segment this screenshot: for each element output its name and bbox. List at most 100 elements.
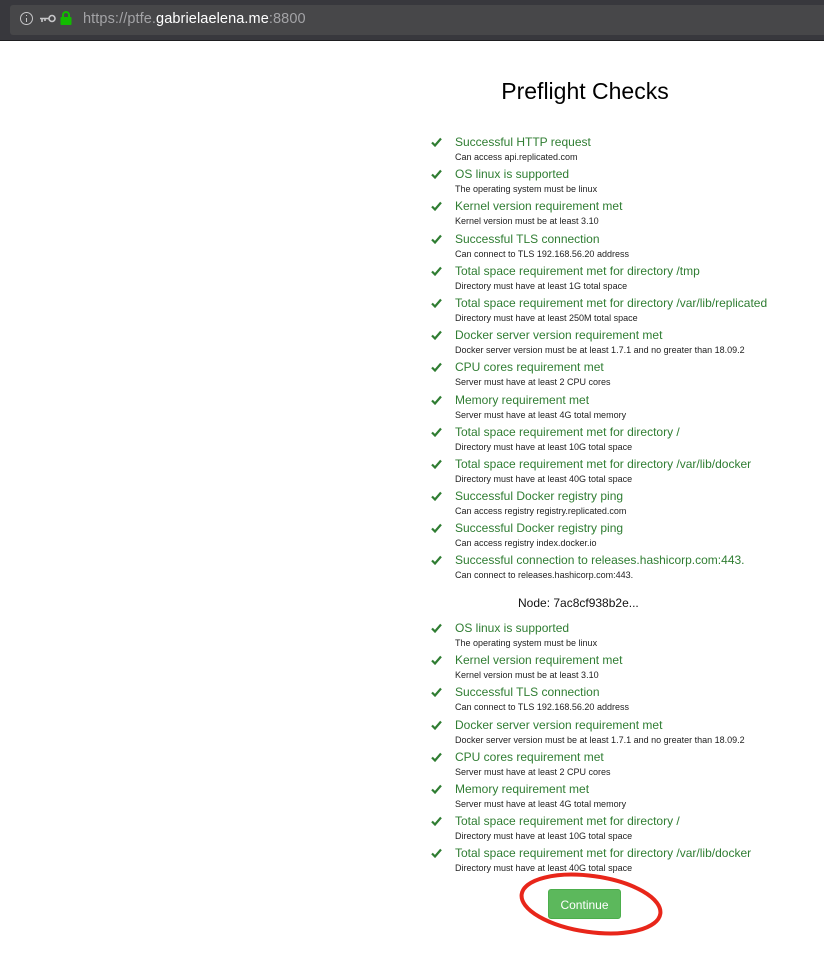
check-title: Total space requirement met for director… — [455, 456, 752, 471]
check-item: Total space requirement met for director… — [429, 845, 809, 877]
check-icon — [431, 169, 442, 180]
check-item: Total space requirement met for director… — [429, 813, 809, 845]
check-icon — [431, 752, 442, 762]
check-icon — [431, 427, 442, 437]
check-description: Can connect to TLS 192.168.56.20 address — [455, 248, 629, 259]
check-title: Successful TLS connection — [455, 685, 600, 700]
check-item: Memory requirement met Server must have a… — [429, 781, 809, 813]
check-item: Total space requirement met for director… — [429, 456, 809, 488]
check-description: The operating system must be linux — [455, 184, 598, 195]
check-item: Successful Docker registry ping Can acces… — [429, 488, 809, 520]
check-icon — [431, 720, 442, 730]
check-title: Successful TLS connection — [455, 231, 600, 246]
check-title: OS linux is supported — [455, 621, 570, 635]
check-description: Directory must have at least 10G total s… — [455, 441, 633, 452]
check-title: Total space requirement met for director… — [455, 295, 768, 310]
check-description: Can access registry registry.replicated.… — [455, 506, 627, 517]
check-item: Successful Docker registry ping Can acces… — [429, 520, 809, 552]
check-item: Successful TLS connection Can connect to … — [429, 684, 809, 716]
continue-button[interactable]: Continue — [548, 889, 621, 919]
check-icon — [431, 298, 442, 308]
check-description: Kernel version must be at least 3.10 — [455, 670, 599, 681]
check-icon — [431, 330, 442, 341]
check-title: OS linux is supported — [455, 167, 570, 182]
browser-toolbar: https://ptfe.gabrielaelena.me:8800 — [0, 0, 824, 41]
check-icon — [431, 655, 442, 666]
check-icon — [431, 524, 442, 534]
check-title: Total space requirement met for director… — [455, 263, 700, 278]
check-item: Docker server version requirement met Doc… — [429, 327, 809, 359]
check-title: CPU cores requirement met — [455, 749, 604, 764]
check-item: Successful TLS connection Can connect to … — [429, 231, 809, 263]
check-item: OS linux is supported The operating syste… — [429, 166, 809, 198]
check-title: Memory requirement met — [455, 392, 590, 407]
check-description: Directory must have at least 250M total … — [455, 312, 638, 323]
check-icon — [431, 202, 442, 212]
node-label: Node: 7ac8cf938b2e... — [518, 596, 639, 610]
check-title: Successful HTTP request — [455, 135, 591, 149]
check-description: Server must have at least 4G total memor… — [455, 798, 627, 809]
check-item: OS linux is supported The operating syste… — [429, 620, 809, 652]
check-icon — [431, 459, 442, 469]
key-icon[interactable] — [40, 14, 56, 23]
url-text[interactable]: https://ptfe.gabrielaelena.me:8800 — [83, 11, 306, 27]
check-description: Can access registry index.docker.io — [455, 538, 597, 549]
check-icon — [431, 556, 442, 566]
check-title: Successful Docker registry ping — [455, 489, 624, 504]
check-item: CPU cores requirement met Server must hav… — [429, 359, 809, 391]
url-host: gabrielaelena.me — [156, 11, 269, 27]
url-port: :8800 — [268, 11, 306, 27]
check-icon — [431, 784, 442, 794]
check-description: Docker server version must be at least 1… — [455, 345, 745, 356]
check-description: Directory must have at least 1G total sp… — [455, 280, 628, 291]
check-title: Docker server version requirement met — [455, 717, 663, 732]
check-icon — [431, 266, 442, 276]
preflight-checks-list: Successful HTTP request Can access api.re… — [429, 134, 809, 585]
check-title: CPU cores requirement met — [455, 360, 604, 375]
check-title: Memory requirement met — [455, 781, 590, 796]
check-description: Server must have at least 2 CPU cores — [455, 766, 611, 777]
check-title: Docker server version requirement met — [455, 328, 663, 343]
check-item: Kernel version requirement met Kernel ver… — [429, 198, 809, 230]
check-item: Docker server version requirement met Doc… — [429, 717, 809, 749]
check-icon — [431, 363, 442, 373]
check-description: Can connect to releases.hashicorp.com:44… — [455, 570, 634, 581]
check-icon — [431, 623, 442, 633]
check-description: Server must have at least 4G total memor… — [455, 409, 627, 420]
info-icon[interactable] — [20, 12, 33, 25]
check-icon — [431, 491, 442, 502]
check-title: Total space requirement met for director… — [455, 846, 752, 861]
check-description: Docker server version must be at least 1… — [455, 734, 745, 745]
check-description: Server must have at least 2 CPU cores — [455, 377, 611, 388]
check-item: Successful HTTP request Can access api.re… — [429, 134, 809, 166]
check-item: Total space requirement met for director… — [429, 295, 809, 327]
node-checks-list: OS linux is supported The operating syste… — [429, 620, 809, 878]
url-scheme: https://ptfe. — [83, 11, 157, 27]
check-item: Successful connection to releases.hashic… — [429, 552, 809, 584]
check-description: Can connect to TLS 192.168.56.20 address — [455, 702, 629, 713]
check-description: Directory must have at least 40G total s… — [455, 473, 633, 484]
check-title: Kernel version requirement met — [455, 653, 623, 668]
check-icon — [431, 395, 442, 405]
check-icon — [431, 849, 442, 859]
check-icon — [431, 688, 442, 698]
check-item: CPU cores requirement met Server must hav… — [429, 749, 809, 781]
check-item: Total space requirement met for director… — [429, 263, 809, 295]
lock-icon[interactable] — [60, 11, 72, 25]
check-title: Kernel version requirement met — [455, 199, 623, 214]
check-description: The operating system must be linux — [455, 638, 598, 648]
address-bar[interactable]: https://ptfe.gabrielaelena.me:8800 — [10, 5, 824, 35]
check-description: Can access api.replicated.com — [455, 152, 578, 162]
check-item: Memory requirement met Server must have a… — [429, 392, 809, 424]
check-item: Total space requirement met for director… — [429, 424, 809, 456]
check-title: Successful Docker registry ping — [455, 521, 624, 536]
check-item: Kernel version requirement met Kernel ver… — [429, 652, 809, 684]
check-icon — [431, 234, 442, 244]
check-icon — [431, 137, 442, 147]
check-icon — [431, 816, 442, 827]
check-description: Kernel version must be at least 3.10 — [455, 216, 599, 227]
check-description: Directory must have at least 40G total s… — [455, 863, 633, 874]
check-description: Directory must have at least 10G total s… — [455, 831, 633, 842]
check-title: Successful connection to releases.hashic… — [455, 553, 745, 568]
check-title: Total space requirement met for director… — [455, 424, 680, 439]
